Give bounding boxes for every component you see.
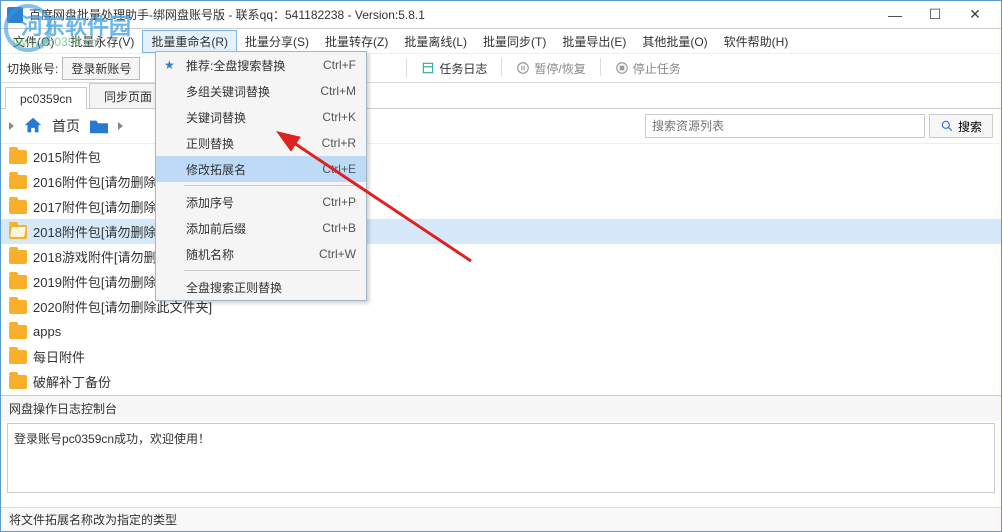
- file-name: 破解补丁备份: [33, 372, 111, 391]
- menu-item-3[interactable]: 正则替换 Ctrl+R: [156, 130, 366, 156]
- home-icon[interactable]: [22, 115, 44, 137]
- menu-item-shortcut: Ctrl+E: [322, 162, 356, 176]
- toolbar: 切换账号: 登录新账号 任务日志暂停/恢复停止任务: [1, 53, 1001, 83]
- menu-item-8[interactable]: 全盘搜索正则替换: [156, 274, 366, 300]
- file-row[interactable]: 2016附件包[请勿删除此文件夹]: [1, 169, 1001, 194]
- app-icon: [7, 7, 23, 23]
- folder-icon: [9, 350, 27, 364]
- maximize-button[interactable]: ☐: [915, 1, 955, 29]
- toolbar-button-2[interactable]: 停止任务: [607, 58, 689, 79]
- menu-divider: [184, 270, 360, 271]
- menu-8[interactable]: 其他批量(O): [634, 31, 715, 52]
- menu-item-4[interactable]: 修改拓展名 Ctrl+E: [156, 156, 366, 182]
- menu-5[interactable]: 批量离线(L): [396, 31, 475, 52]
- rename-dropdown-menu: ★ 推荐:全盘搜索替换 Ctrl+F 多组关键词替换 Ctrl+M 关键词替换 Ctrl+K…: [155, 51, 367, 301]
- status-bar: 将文件拓展名称改为指定的类型: [1, 507, 1001, 531]
- folder-icon: [9, 250, 27, 264]
- tab-strip: pc0359cn同步页面: [1, 83, 1001, 109]
- star-icon: ★: [164, 58, 175, 72]
- menu-item-shortcut: Ctrl+M: [320, 84, 356, 98]
- log-line: 登录账号pc0359cn成功，欢迎使用！: [14, 432, 210, 446]
- menu-item-shortcut: Ctrl+F: [323, 58, 356, 72]
- menu-bar: 文件(O)批量永存(V)批量重命名(R)批量分享(S)批量转存(Z)批量离线(L…: [1, 29, 1001, 53]
- menu-item-shortcut: Ctrl+P: [322, 195, 356, 209]
- log-panel: 登录账号pc0359cn成功，欢迎使用！: [7, 423, 995, 493]
- file-row[interactable]: 每日附件: [1, 344, 1001, 369]
- menu-item-shortcut: Ctrl+B: [322, 221, 356, 235]
- log-panel-header: 网盘操作日志控制台: [1, 395, 1001, 421]
- file-row[interactable]: 2020附件包[请勿删除此文件夹]: [1, 294, 1001, 319]
- folder-icon: [9, 275, 27, 289]
- folder-icon: [9, 300, 27, 314]
- menu-item-2[interactable]: 关键词替换 Ctrl+K: [156, 104, 366, 130]
- menu-item-label: 全盘搜索正则替换: [186, 279, 282, 296]
- menu-3[interactable]: 批量分享(S): [237, 31, 317, 52]
- path-bar: 首页 搜索: [1, 109, 1001, 143]
- menu-item-6[interactable]: 添加前后缀 Ctrl+B: [156, 215, 366, 241]
- file-row[interactable]: 2015附件包: [1, 144, 1001, 169]
- menu-item-label: 正则替换: [186, 135, 234, 152]
- file-row[interactable]: 2019附件包[请勿删除此文件夹]: [1, 269, 1001, 294]
- menu-6[interactable]: 批量同步(T): [475, 31, 554, 52]
- file-row[interactable]: apps: [1, 319, 1001, 344]
- title-bar: 百度网盘批量处理助手-绑网盘账号版 - 联系qq：541182238 - Ver…: [1, 1, 1001, 29]
- close-button[interactable]: ✕: [955, 1, 995, 29]
- menu-item-shortcut: Ctrl+K: [322, 110, 356, 124]
- menu-item-label: 添加前后缀: [186, 220, 246, 237]
- toolbar-button-1[interactable]: 暂停/恢复: [508, 58, 593, 79]
- folder-icon[interactable]: [88, 115, 110, 137]
- switch-account-label: 切换账号:: [7, 60, 58, 77]
- search-input[interactable]: [645, 114, 925, 138]
- file-row[interactable]: 2018游戏附件[请勿删除此文件夹]: [1, 244, 1001, 269]
- minimize-button[interactable]: —: [875, 1, 915, 29]
- nav-forward-icon[interactable]: [118, 122, 123, 130]
- menu-item-7[interactable]: 随机名称 Ctrl+W: [156, 241, 366, 267]
- toolbar-icon-0: [421, 61, 435, 75]
- file-list[interactable]: 2015附件包 2016附件包[请勿删除此文件夹]2017附件包[请勿删除此文件夹…: [1, 143, 1001, 395]
- breadcrumb-home[interactable]: 首页: [52, 116, 80, 136]
- file-name: 2015附件包: [33, 147, 101, 166]
- menu-7[interactable]: 批量导出(E): [554, 31, 634, 52]
- toolbar-icon-1: [516, 61, 530, 75]
- menu-9[interactable]: 软件帮助(H): [716, 31, 797, 52]
- folder-icon: [9, 375, 27, 389]
- menu-0[interactable]: 文件(O): [5, 31, 62, 52]
- menu-item-1[interactable]: 多组关键词替换 Ctrl+M: [156, 78, 366, 104]
- login-account-button[interactable]: 登录新账号: [62, 57, 140, 80]
- menu-item-label: 随机名称: [186, 246, 234, 263]
- nav-back-icon[interactable]: [9, 122, 14, 130]
- toolbar-icon-2: [615, 61, 629, 75]
- menu-1[interactable]: 批量永存(V): [62, 31, 142, 52]
- menu-item-label: 推荐:全盘搜索替换: [186, 57, 285, 74]
- file-name: 每日附件: [33, 347, 85, 366]
- search-button[interactable]: 搜索: [929, 114, 993, 138]
- menu-item-0[interactable]: ★ 推荐:全盘搜索替换 Ctrl+F: [156, 52, 366, 78]
- tab-0[interactable]: pc0359cn: [5, 87, 87, 109]
- menu-item-label: 添加序号: [186, 194, 234, 211]
- menu-item-label: 修改拓展名: [186, 161, 246, 178]
- file-name: apps: [33, 324, 61, 339]
- menu-item-label: 关键词替换: [186, 109, 246, 126]
- file-row[interactable]: 2018附件包[请勿删除此文件夹]: [1, 219, 1001, 244]
- folder-icon: [9, 225, 27, 239]
- menu-divider: [184, 185, 360, 186]
- menu-2[interactable]: 批量重命名(R): [142, 30, 237, 53]
- menu-item-5[interactable]: 添加序号 Ctrl+P: [156, 189, 366, 215]
- menu-item-label: 多组关键词替换: [186, 83, 270, 100]
- status-text: 将文件拓展名称改为指定的类型: [9, 511, 177, 528]
- folder-icon: [9, 325, 27, 339]
- menu-item-shortcut: Ctrl+W: [319, 247, 356, 261]
- menu-item-shortcut: Ctrl+R: [322, 136, 356, 150]
- search-icon: [940, 119, 954, 133]
- menu-4[interactable]: 批量转存(Z): [317, 31, 396, 52]
- folder-icon: [9, 150, 27, 164]
- window-title: 百度网盘批量处理助手-绑网盘账号版 - 联系qq：541182238 - Ver…: [29, 6, 875, 23]
- file-row[interactable]: 破解补丁备份: [1, 369, 1001, 394]
- folder-icon: [9, 200, 27, 214]
- file-row[interactable]: 2017附件包[请勿删除此文件夹]: [1, 194, 1001, 219]
- folder-icon: [9, 175, 27, 189]
- toolbar-button-0[interactable]: 任务日志: [413, 58, 495, 79]
